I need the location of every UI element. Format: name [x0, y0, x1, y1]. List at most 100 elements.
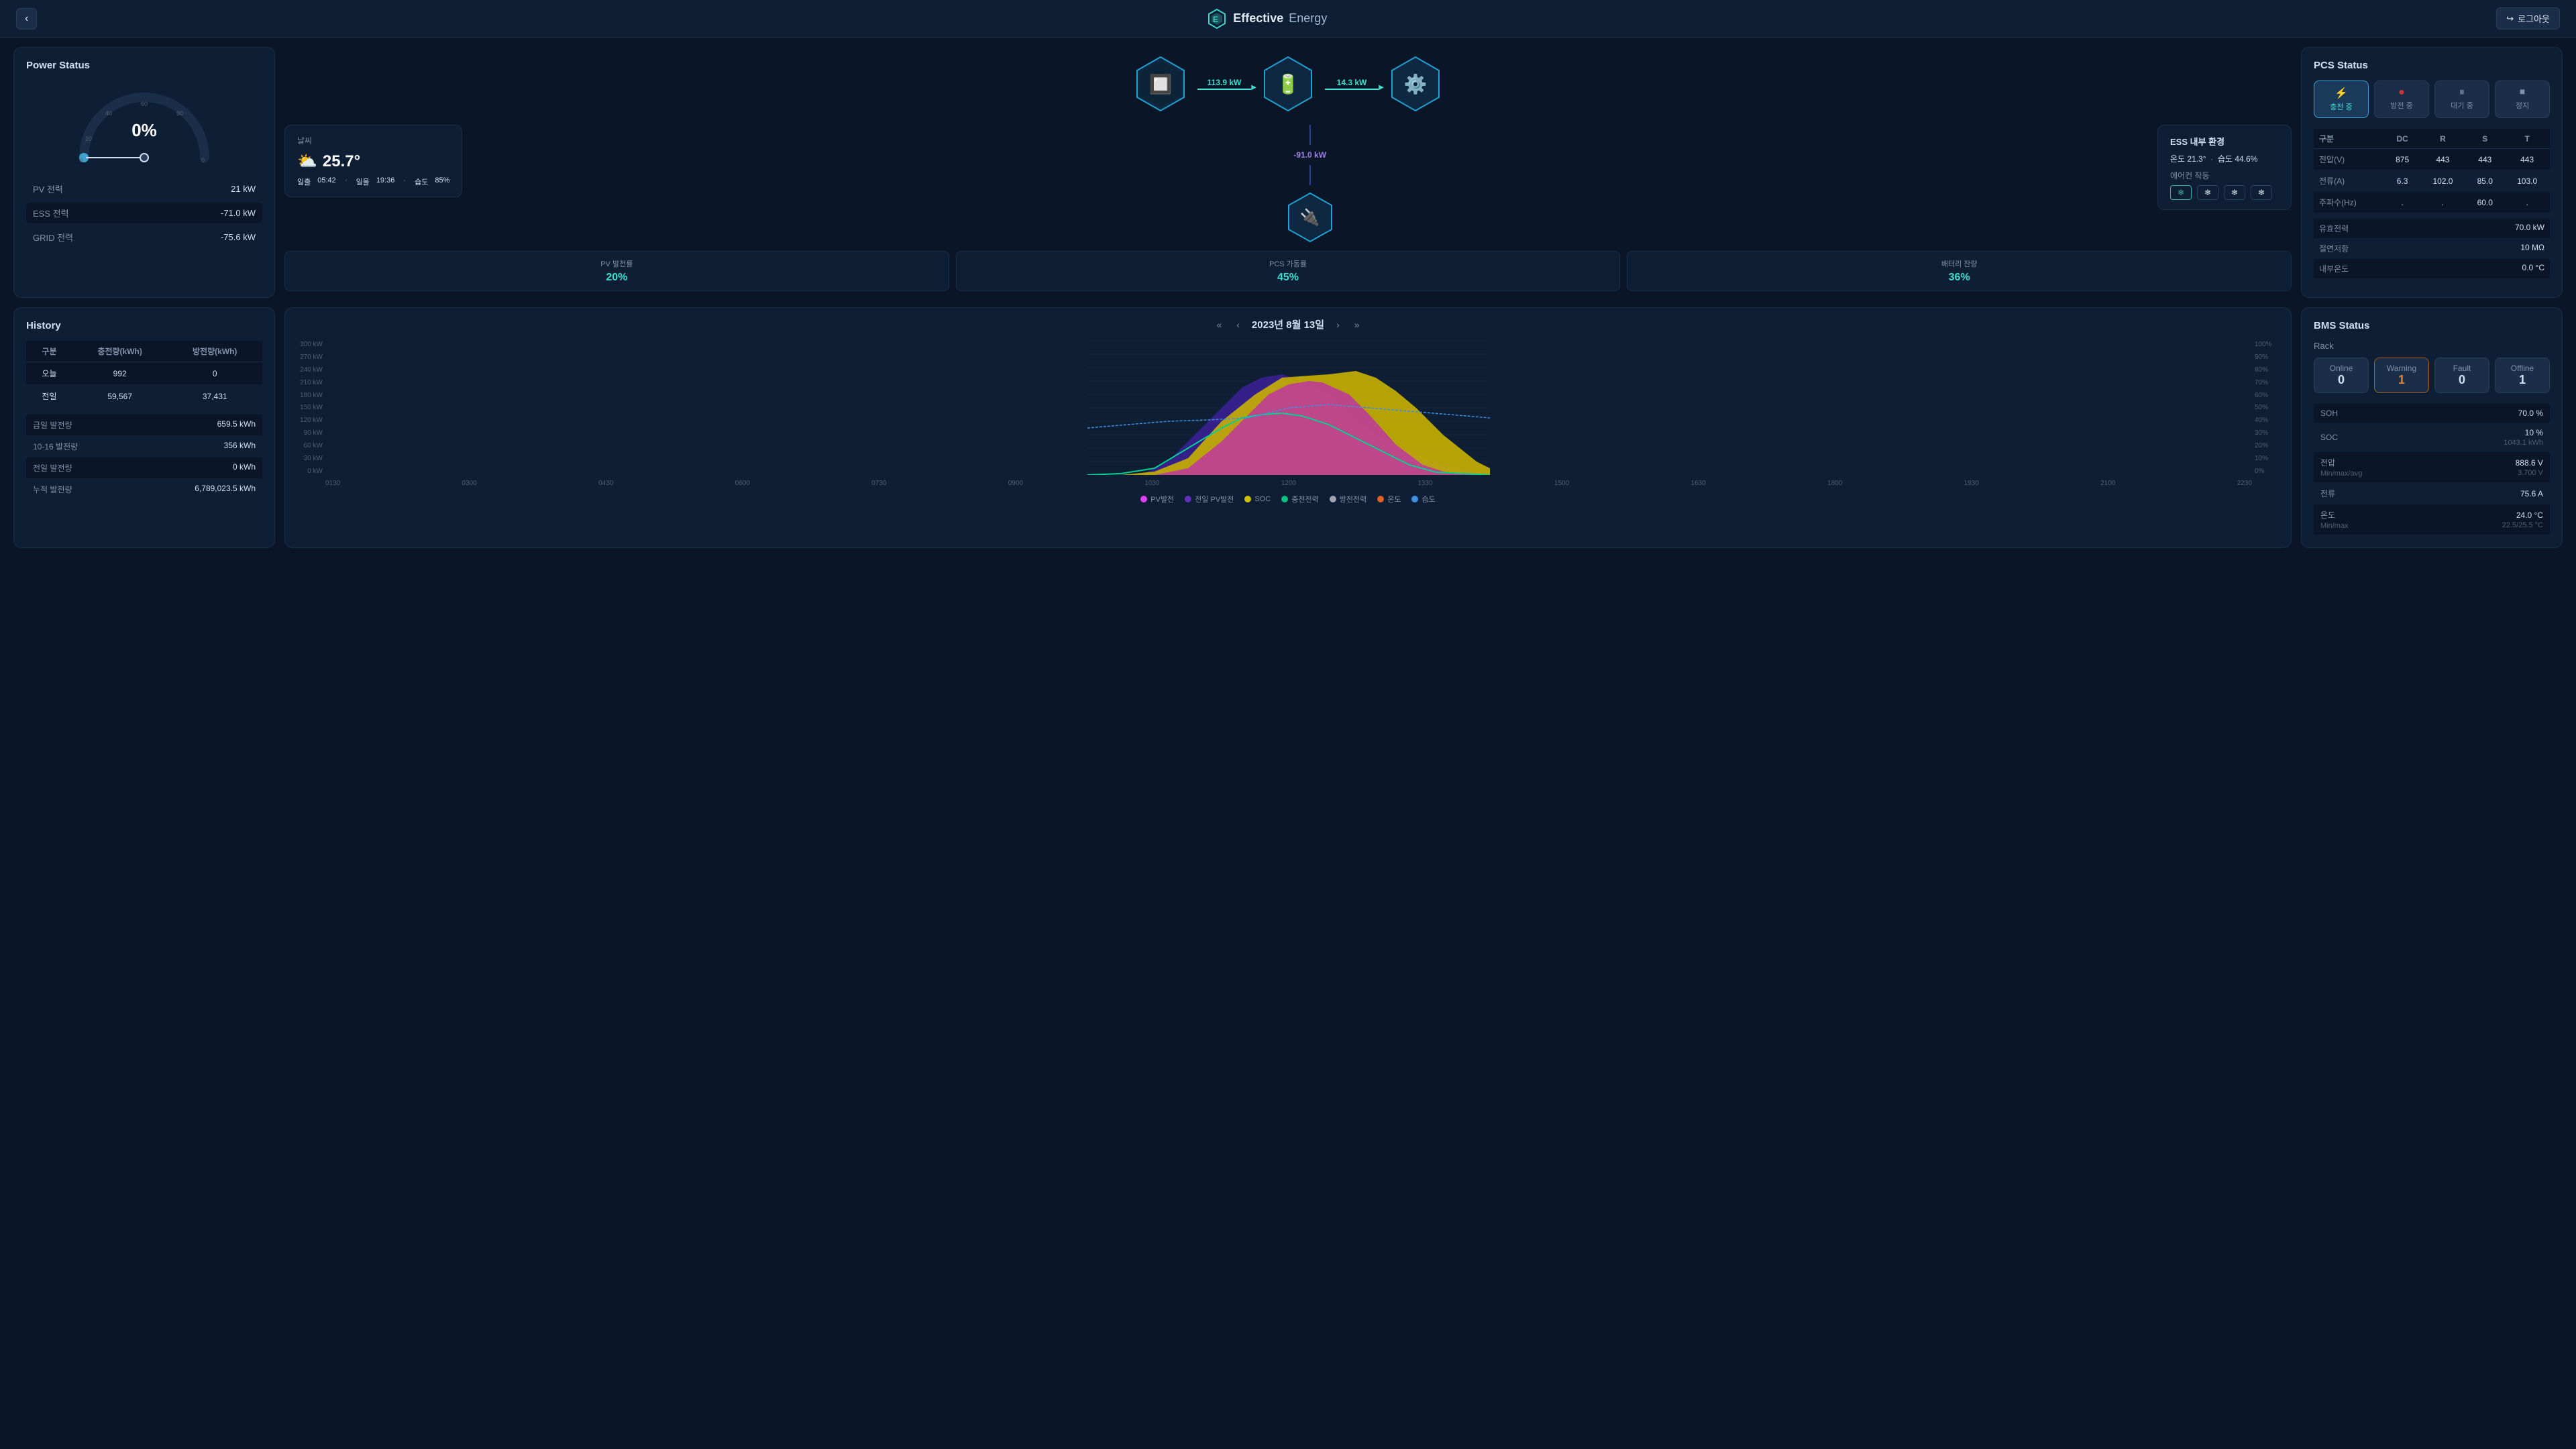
- pcs-th-3: S: [2465, 129, 2504, 149]
- grid-hex-icon: ⚙️: [1385, 54, 1446, 114]
- main-grid: Power Status 20 40 60 80 0 0 0%: [0, 38, 2576, 557]
- pcs-btn-discharging[interactable]: ● 방전 중: [2374, 80, 2429, 118]
- x-label-13: 2100: [2100, 480, 2115, 487]
- standby-label: 대기 중: [2451, 102, 2473, 110]
- y-right-3: 70%: [2255, 379, 2279, 386]
- pcs-btn-stop[interactable]: ⏹ 정지: [2495, 80, 2550, 118]
- flow-panel: 🔲 113.9 kW 🔋 14.3 kW: [284, 47, 2292, 298]
- y-right-5: 50%: [2255, 404, 2279, 411]
- pcs-current-r: 102.0: [2420, 170, 2466, 192]
- logo-text-light: Energy: [1289, 11, 1327, 25]
- history-extras: 금일 발전량 659.5 kWh 10-16 발전량 356 kWh 전일 발전…: [26, 415, 262, 500]
- pv-stat-1: PCS 가동률 45%: [956, 251, 1621, 291]
- ess-icon: 🔋: [1277, 73, 1300, 95]
- grid-value: -75.6 kW: [221, 232, 256, 242]
- logout-button[interactable]: ↪ 로그아웃: [2496, 7, 2560, 30]
- pcs-table: 구분 DC R S T 전압(V) 875 443 443 443 전류(A): [2314, 129, 2550, 213]
- bms-current-label: 전류: [2320, 488, 2335, 499]
- hist-today-charge: 992: [72, 362, 168, 385]
- bms-btn-fault-value: 0: [2438, 373, 2486, 387]
- hist-yesterday-gen-value: 0 kWh: [233, 462, 256, 474]
- chart-nav-first[interactable]: «: [1214, 318, 1224, 331]
- ess-to-grid-label: 14.3 kW: [1337, 78, 1367, 87]
- flow-middle: 날씨 ⛅ 25.7° 일출 05:42 · 일몰 19:36 · 습도 85%: [284, 125, 2292, 244]
- pcs-singles: 유효전력 70.0 kW 절연저항 10 MΩ 내부온도 0.0 °C: [2314, 219, 2550, 279]
- pv-to-ess-line: [1197, 89, 1251, 90]
- pcs-btn-charging[interactable]: ⚡ 충전 중: [2314, 80, 2369, 118]
- bms-soc-values: 10 % 1043.1 kWh: [2504, 428, 2543, 447]
- legend-soc-dot: [1244, 496, 1251, 502]
- legend-discharging: 방전전력: [1330, 494, 1366, 504]
- pcs-effective-value: 70.0 kW: [2515, 223, 2544, 234]
- hist-1016-label: 10-16 발전량: [33, 441, 78, 452]
- hist-yesterday-charge: 59,567: [72, 385, 168, 408]
- pcs-freq-label: 주파수(Hz): [2314, 192, 2385, 213]
- chart-nav-next[interactable]: ›: [1334, 318, 1342, 331]
- legend-pv-label: PV발전: [1150, 494, 1174, 504]
- y-right-2: 80%: [2255, 366, 2279, 374]
- pcs-current-label: 전류(A): [2314, 170, 2385, 192]
- svg-text:0: 0: [201, 157, 205, 164]
- hist-today-label: 오늘: [26, 362, 72, 385]
- bms-voltage-value: 888.6 V: [2516, 458, 2543, 468]
- bms-btn-warning[interactable]: Warning 1: [2374, 358, 2429, 393]
- pcs-row-voltage: 전압(V) 875 443 443 443: [2314, 149, 2550, 170]
- ess-value: -71.0 kW: [221, 208, 256, 218]
- logo: E Effective Energy: [1206, 8, 1327, 30]
- y-left-2: 240 kW: [297, 366, 323, 374]
- legend-prev-pv-label: 전일 PV발전: [1195, 494, 1234, 504]
- weather-icon: ⛅: [297, 152, 317, 171]
- pcs-th-2: R: [2420, 129, 2466, 149]
- sunrise-label: 일출: [297, 176, 311, 187]
- bms-btn-warning-value: 1: [2377, 373, 2426, 387]
- ess-env-temp-value: 21.3°: [2187, 154, 2206, 164]
- y-left-3: 210 kW: [297, 379, 323, 386]
- pv-to-ess-label: 113.9 kW: [1208, 78, 1242, 87]
- bms-temp-sub: 22.5/25.5 °C: [2502, 521, 2543, 529]
- back-button[interactable]: ‹: [16, 8, 37, 30]
- pcs-voltage-dc: 875: [2385, 149, 2420, 170]
- hist-today-discharge: 0: [167, 362, 262, 385]
- weather-temp: ⛅ 25.7°: [297, 152, 449, 171]
- bms-soc-label: SOC: [2320, 433, 2338, 442]
- bms-soh-label: SOH: [2320, 409, 2338, 418]
- chart-nav-last[interactable]: »: [1352, 318, 1362, 331]
- y-left-5: 150 kW: [297, 404, 323, 411]
- chart-nav-prev[interactable]: ‹: [1234, 318, 1242, 331]
- ess-power-label: -91.0 kW: [1293, 150, 1326, 160]
- x-label-8: 1330: [1417, 480, 1432, 487]
- pcs-th-4: T: [2504, 129, 2550, 149]
- hist-1016-row: 10-16 발전량 356 kWh: [26, 436, 262, 458]
- bms-data-rows: SOH 70.0 % SOC 10 % 1043.1 kWh 전압 Min/ma…: [2314, 404, 2550, 535]
- bms-btn-online[interactable]: Online 0: [2314, 358, 2369, 393]
- bms-temp-row: 온도 Min/max 24.0 °C 22.5/25.5 °C: [2314, 504, 2550, 535]
- legend-discharging-dot: [1330, 496, 1336, 502]
- vert-line-bottom: [1309, 165, 1311, 185]
- pcs-internal-temp-row: 내부온도 0.0 °C: [2314, 259, 2550, 279]
- bms-btn-fault[interactable]: Fault 0: [2434, 358, 2489, 393]
- hist-th-2: 방전량(kWh): [167, 341, 262, 362]
- bms-current-row: 전류 75.6 A: [2314, 483, 2550, 504]
- pcs-freq-dc: .: [2385, 192, 2420, 213]
- legend-prev-pv-dot: [1185, 496, 1191, 502]
- legend-charging: 충전전력: [1281, 494, 1318, 504]
- bms-status-buttons: Online 0 Warning 1 Fault 0 Offline 1: [2314, 358, 2550, 393]
- pcs-btn-standby[interactable]: ⏸ 대기 중: [2434, 80, 2489, 118]
- sunset-label: 일몰: [356, 176, 370, 187]
- y-right-1: 90%: [2255, 354, 2279, 361]
- discharging-icon: ●: [2377, 87, 2426, 99]
- ess-stat-row: ESS 전력 -71.0 kW: [26, 203, 262, 223]
- pv-stat-0: PV 발전률 20%: [284, 251, 949, 291]
- x-label-5: 0900: [1008, 480, 1023, 487]
- bms-soc-sub: 1043.1 kWh: [2504, 439, 2543, 447]
- ess-env-temp-row: 온도 21.3° · 습도 44.6%: [2170, 153, 2279, 164]
- sunset-value: 19:36: [376, 176, 395, 187]
- bms-voltage-values: 888.6 V 3.700 V: [2516, 458, 2543, 477]
- x-axis-labels: 0130 0300 0430 0600 0730 0900 1030 1200 …: [325, 477, 2252, 487]
- hist-today-gen-value: 659.5 kWh: [217, 419, 256, 431]
- pcs-effective-power-row: 유효전력 70.0 kW: [2314, 219, 2550, 239]
- bms-btn-offline[interactable]: Offline 1: [2495, 358, 2550, 393]
- svg-text:0: 0: [80, 157, 83, 164]
- x-label-4: 0730: [871, 480, 886, 487]
- weather-label: 날씨: [297, 135, 449, 146]
